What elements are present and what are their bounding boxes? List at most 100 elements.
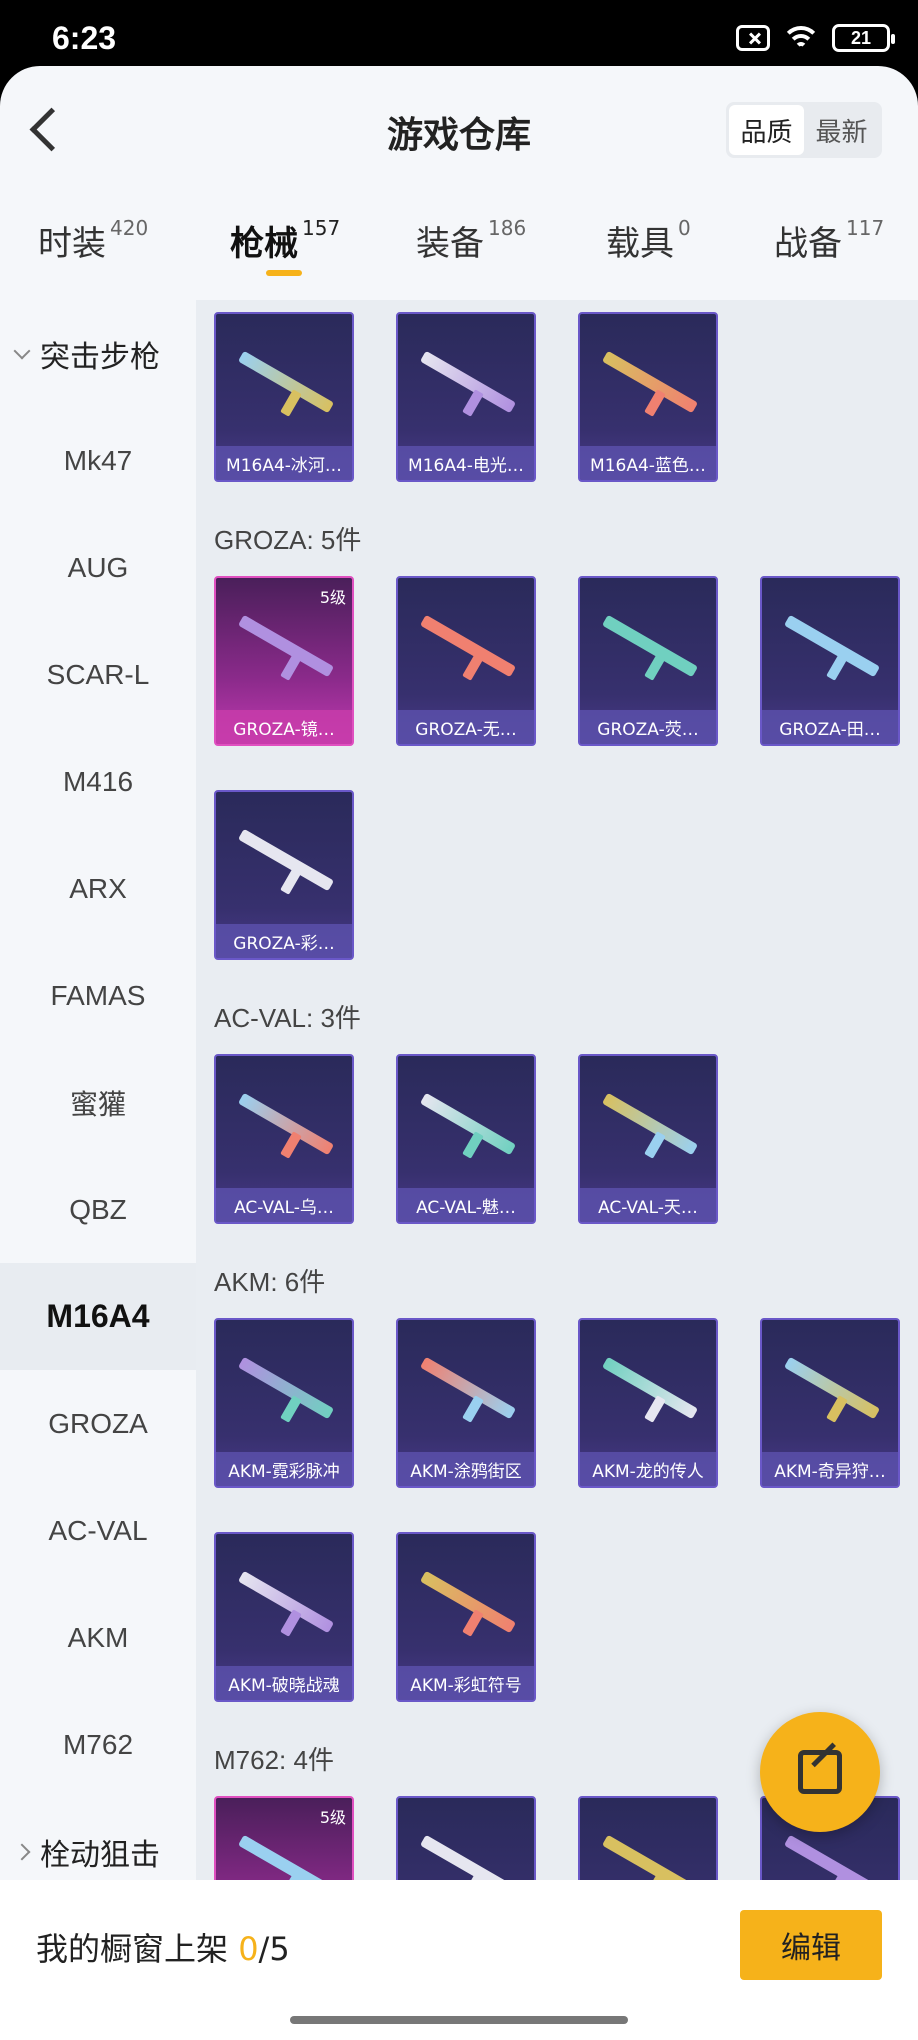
sidebar-item[interactable]: GROZA bbox=[0, 1370, 196, 1477]
weapon-skin-card[interactable]: GROZA-无… bbox=[396, 576, 536, 746]
weapon-skin-card[interactable]: AC-VAL-魅… bbox=[396, 1054, 536, 1224]
status-time: 6:23 bbox=[52, 20, 117, 56]
weapon-skin-name: M16A4-蓝色… bbox=[580, 446, 716, 480]
weapon-skin-name: AC-VAL-天… bbox=[580, 1188, 716, 1222]
tab-supplies[interactable]: 战备 117 bbox=[774, 216, 884, 265]
sidebar-item[interactable]: FAMAS bbox=[0, 942, 196, 1049]
sort-quality-button[interactable]: 品质 bbox=[729, 105, 804, 155]
sort-newest-button[interactable]: 最新 bbox=[804, 105, 879, 155]
weapon-skin-card[interactable]: AC-VAL-乌… bbox=[214, 1054, 354, 1224]
chevron-down-icon bbox=[13, 342, 31, 359]
weapon-image bbox=[598, 1834, 702, 1880]
tab-count: 117 bbox=[846, 216, 885, 240]
sort-toggle: 品质 最新 bbox=[726, 102, 882, 158]
weapon-skin-card[interactable]: GROZA-田… bbox=[760, 576, 900, 746]
sidebar-item[interactable]: AUG bbox=[0, 514, 196, 621]
weapon-skin-card[interactable]: AKM-破晓战魂 bbox=[214, 1532, 354, 1702]
sidebar-item[interactable]: M762 bbox=[0, 1691, 196, 1798]
weapon-image bbox=[598, 1356, 702, 1423]
status-icons: 21 bbox=[736, 24, 895, 52]
weapon-sidebar: 突击步枪 Mk47 AUG SCAR-L M416 ARX FAMAS 蜜獾 Q… bbox=[0, 300, 196, 1880]
weapon-skin-name: GROZA-荧… bbox=[580, 710, 716, 744]
weapon-image bbox=[234, 1570, 338, 1637]
weapon-skin-card[interactable]: M16A4-电光… bbox=[396, 312, 536, 482]
weapon-image bbox=[416, 350, 520, 417]
weapon-skin-card[interactable]: GROZA-彩… bbox=[214, 790, 354, 960]
sidebar-item[interactable]: ARX bbox=[0, 835, 196, 942]
section-title: M762: 4件 bbox=[214, 1745, 334, 1775]
tab-firearms[interactable]: 枪械 157 bbox=[230, 216, 341, 276]
weapon-image bbox=[598, 614, 702, 681]
weapon-image bbox=[234, 1356, 338, 1423]
tab-label: 时装 bbox=[38, 224, 106, 264]
weapon-skin-card[interactable]: GROZA-荧… bbox=[578, 576, 718, 746]
tab-count: 157 bbox=[302, 216, 341, 240]
sidebar-group-label: 栓动狙击 bbox=[40, 1838, 160, 1872]
weapon-skin-card[interactable]: AKM-彩虹符号 bbox=[396, 1532, 536, 1702]
weapon-skin-card[interactable]: M762-雏菊… bbox=[578, 1796, 718, 1880]
tab-label: 战备 bbox=[774, 224, 842, 264]
section-title: AKM: 6件 bbox=[214, 1267, 326, 1297]
weapon-skin-card[interactable]: M762-彩虹… bbox=[396, 1796, 536, 1880]
tab-label: 载具 bbox=[606, 224, 674, 264]
weapon-skin-card[interactable]: AKM-龙的传人 bbox=[578, 1318, 718, 1488]
weapon-skin-card[interactable]: M16A4-冰河… bbox=[214, 312, 354, 482]
level-badge: 5级 bbox=[319, 1808, 346, 1827]
home-indicator bbox=[290, 2016, 628, 2024]
weapon-skin-name: GROZA-镜… bbox=[216, 710, 352, 744]
sidebar-item[interactable]: 蜜獾 bbox=[0, 1049, 196, 1156]
weapon-skin-name: M16A4-电光… bbox=[398, 446, 534, 480]
chevron-right-icon bbox=[13, 1843, 31, 1860]
weapon-skin-name: AC-VAL-乌… bbox=[216, 1188, 352, 1222]
sidebar-item[interactable]: Mk47 bbox=[0, 407, 196, 514]
sidebar-item[interactable]: AKM bbox=[0, 1584, 196, 1691]
weapon-image bbox=[234, 1834, 338, 1880]
weapon-image bbox=[416, 614, 520, 681]
tab-fashion[interactable]: 时装 420 bbox=[38, 216, 148, 265]
sidebar-item[interactable]: SCAR-L bbox=[0, 621, 196, 728]
weapon-skin-name: GROZA-田… bbox=[762, 710, 898, 744]
weapon-skin-name: AKM-涂鸦街区 bbox=[398, 1452, 534, 1486]
weapon-skin-card[interactable]: AKM-奇异狩… bbox=[760, 1318, 900, 1488]
sidebar-item[interactable]: QBZ bbox=[0, 1156, 196, 1263]
weapon-skin-name: AC-VAL-魅… bbox=[398, 1188, 534, 1222]
weapon-image bbox=[598, 1092, 702, 1159]
sidebar-item[interactable]: AC-VAL bbox=[0, 1477, 196, 1584]
tab-count: 186 bbox=[488, 216, 527, 240]
level-badge: 5级 bbox=[319, 588, 346, 607]
showcase-label: 我的橱窗上架 bbox=[36, 1930, 239, 1968]
status-bar: 6:23 21 bbox=[0, 0, 918, 70]
battery-icon: 21 bbox=[832, 24, 895, 52]
showcase-total: /5 bbox=[258, 1930, 290, 1968]
tab-vehicles[interactable]: 载具 0 bbox=[606, 216, 691, 265]
weapon-image bbox=[234, 828, 338, 895]
share-button[interactable] bbox=[760, 1712, 880, 1832]
header: 游戏仓库 品质 最新 bbox=[0, 66, 918, 192]
weapon-skin-name: AKM-龙的传人 bbox=[580, 1452, 716, 1486]
sidebar-item-selected[interactable]: M16A4 bbox=[0, 1263, 196, 1370]
weapon-image bbox=[780, 1356, 884, 1423]
weapon-skin-card[interactable]: AC-VAL-天… bbox=[578, 1054, 718, 1224]
weapon-image bbox=[234, 350, 338, 417]
edit-button[interactable]: 编辑 bbox=[740, 1910, 882, 1980]
sidebar-group-label: 突击步枪 bbox=[40, 340, 160, 374]
active-tab-indicator bbox=[266, 270, 302, 276]
sidebar-group-assault-rifles[interactable]: 突击步枪 bbox=[0, 300, 196, 407]
sidebar-item[interactable]: M416 bbox=[0, 728, 196, 835]
tab-label: 装备 bbox=[416, 224, 484, 264]
weapon-image bbox=[416, 1092, 520, 1159]
section-title: AC-VAL: 3件 bbox=[214, 1003, 361, 1033]
weapon-skin-card[interactable]: AKM-涂鸦街区 bbox=[396, 1318, 536, 1488]
weapon-image bbox=[416, 1356, 520, 1423]
weapon-skin-card[interactable]: 5级M762-青锋… bbox=[214, 1796, 354, 1880]
weapon-skin-card[interactable]: 5级 GROZA-镜… bbox=[214, 576, 354, 746]
app-screen: 游戏仓库 品质 最新 时装 420 枪械 157 装备 186 载具 0 战备 117 突… bbox=[0, 66, 918, 2040]
tab-equipment[interactable]: 装备 186 bbox=[416, 216, 526, 265]
tab-count: 420 bbox=[110, 216, 149, 240]
weapon-skin-card[interactable]: M16A4-蓝色… bbox=[578, 312, 718, 482]
section-title: GROZA: 5件 bbox=[214, 525, 362, 555]
weapon-image bbox=[416, 1570, 520, 1637]
category-tabs: 时装 420 枪械 157 装备 186 载具 0 战备 117 bbox=[0, 216, 918, 296]
showcase-status: 我的橱窗上架 0/5 bbox=[36, 1924, 290, 1970]
weapon-skin-card[interactable]: AKM-霓彩脉冲 bbox=[214, 1318, 354, 1488]
